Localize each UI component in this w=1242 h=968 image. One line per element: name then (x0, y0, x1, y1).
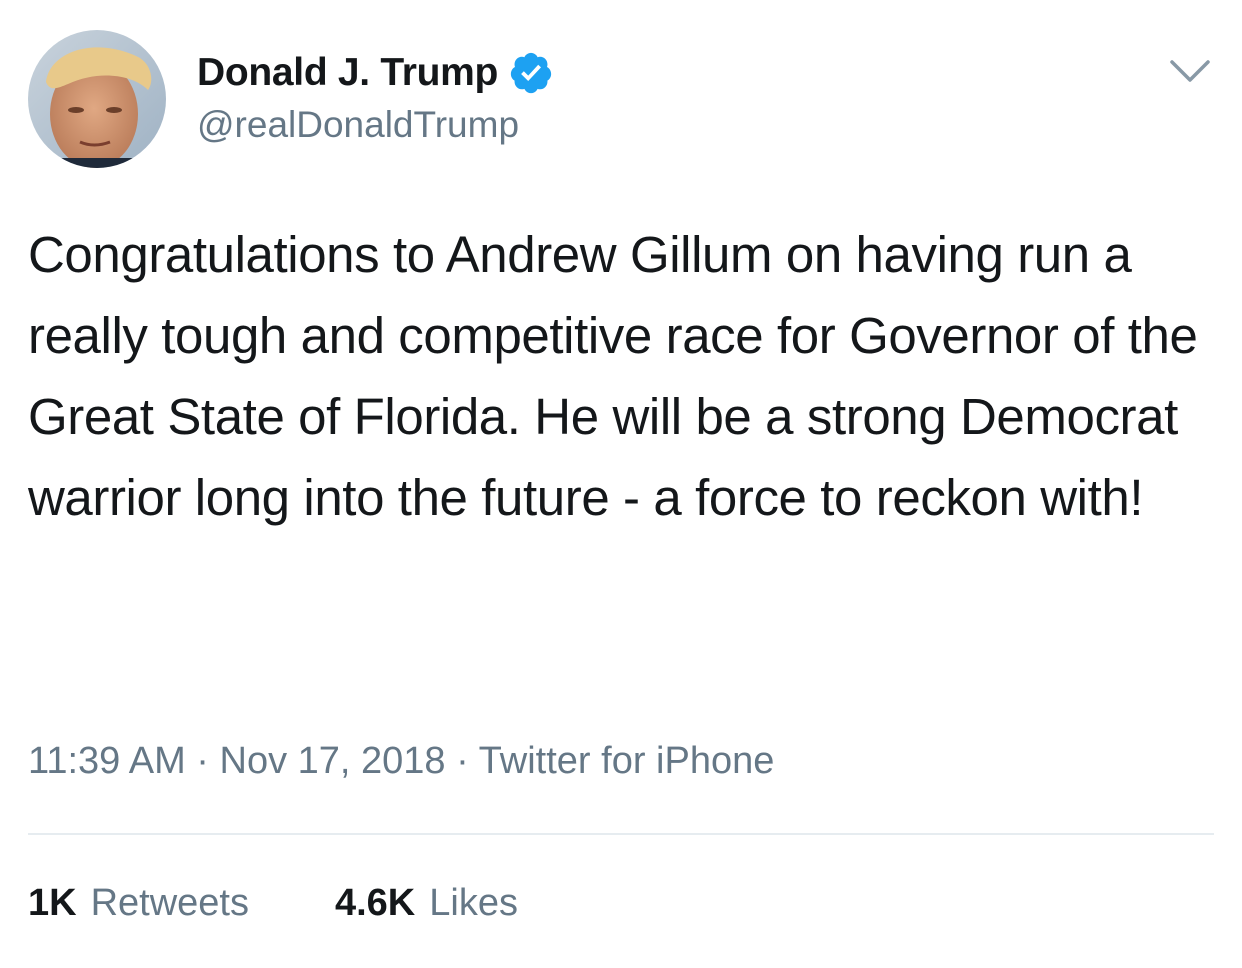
tweet-text: Congratulations to Andrew Gillum on havi… (28, 226, 1198, 526)
likes-count: 4.6K (334, 882, 416, 924)
divider (28, 833, 1214, 835)
author-handle[interactable]: @realDonaldTrump (197, 104, 519, 146)
chevron-down-icon[interactable] (1164, 50, 1216, 94)
author-display-name[interactable]: Donald J. Trump (197, 51, 498, 95)
avatar[interactable] (28, 30, 166, 168)
tweet-time[interactable]: 11:39 AM (28, 740, 186, 782)
retweets-count: 1K (28, 882, 77, 924)
verified-badge-icon (508, 50, 554, 96)
tweet-date[interactable]: Nov 17, 2018 (220, 740, 446, 782)
tweet-source-link[interactable]: Twitter for iPhone (479, 740, 775, 782)
retweets-stat[interactable]: 1K Retweets (28, 882, 249, 925)
meta-separator: · (196, 740, 209, 782)
tweet-meta: 11:39 AM · Nov 17, 2018 · Twitter for iP… (28, 740, 774, 783)
tweet-stats: 1K Retweets 4.6K Likes (28, 882, 518, 925)
author-name-row: Donald J. Trump (197, 48, 554, 98)
avatar-image (28, 30, 166, 168)
likes-label: Likes (429, 882, 518, 924)
meta-separator: · (456, 740, 469, 782)
likes-stat[interactable]: 4.6K Likes (335, 882, 518, 925)
retweets-label: Retweets (90, 882, 249, 924)
